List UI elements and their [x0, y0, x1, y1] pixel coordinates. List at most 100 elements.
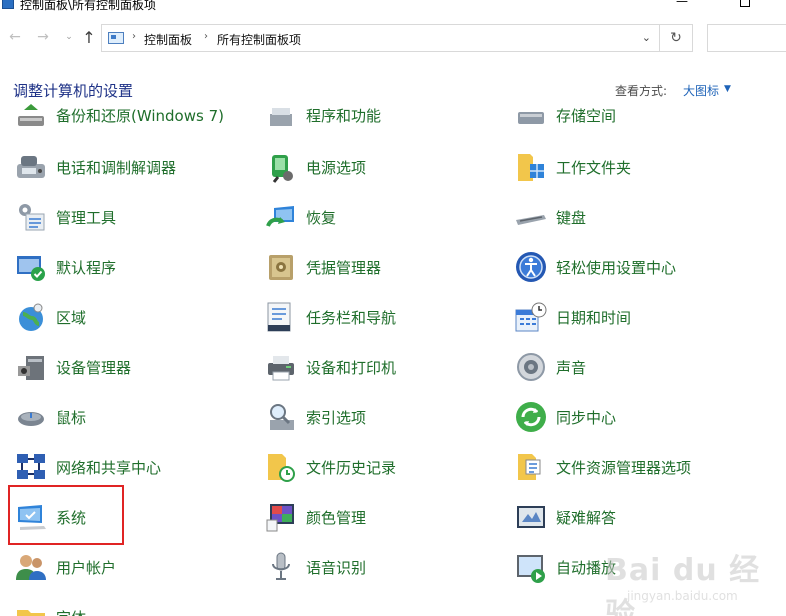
- breadcrumb-all-items[interactable]: 所有控制面板项: [217, 31, 301, 48]
- forward-arrow-icon[interactable]: →: [34, 28, 52, 46]
- item-label: 键盘: [556, 208, 587, 227]
- credential-vault-icon: [264, 250, 298, 284]
- item-label: 凭据管理器: [306, 258, 382, 277]
- recent-locations-icon[interactable]: ⌄: [60, 28, 78, 46]
- item-autoplay[interactable]: 自动播放: [514, 547, 616, 587]
- item-label: 语音识别: [306, 558, 367, 577]
- address-bar[interactable]: › 控制面板 › 所有控制面板项 ⌄: [101, 24, 660, 52]
- item-storage-spaces[interactable]: 存储空间: [514, 100, 616, 135]
- region-globe-icon: [14, 300, 48, 334]
- item-device-manager[interactable]: 设备管理器: [14, 347, 131, 387]
- storage-icon: [514, 100, 548, 132]
- troubleshoot-icon: [514, 500, 548, 534]
- item-credential-manager[interactable]: 凭据管理器: [264, 247, 381, 287]
- item-network-sharing[interactable]: 网络和共享中心: [14, 447, 161, 487]
- item-label: 恢复: [306, 208, 337, 227]
- item-label: 电话和调制解调器: [56, 158, 177, 177]
- item-backup-restore[interactable]: 备份和还原(Windows 7): [14, 100, 224, 135]
- page-title: 调整计算机的设置: [13, 82, 134, 100]
- item-file-history[interactable]: 文件历史记录: [264, 447, 396, 487]
- item-power-options[interactable]: 电源选项: [264, 147, 366, 187]
- item-folder-options[interactable]: 文件资源管理器选项: [514, 447, 691, 487]
- item-label: 存储空间: [556, 106, 617, 125]
- item-troubleshooting[interactable]: 疑难解答: [514, 497, 616, 537]
- chevron-down-icon[interactable]: ⌄: [642, 31, 651, 44]
- item-user-accounts[interactable]: 用户帐户: [14, 547, 116, 587]
- backup-icon: [14, 100, 48, 132]
- item-label: 网络和共享中心: [56, 458, 162, 477]
- item-keyboard[interactable]: 键盘: [514, 197, 586, 237]
- item-color-management[interactable]: 颜色管理: [264, 497, 366, 537]
- admin-tools-icon: [14, 200, 48, 234]
- item-label: 用户帐户: [56, 558, 117, 577]
- breadcrumb-separator-icon: ›: [132, 31, 136, 42]
- item-phone-modem[interactable]: 电话和调制解调器: [14, 147, 176, 187]
- item-label: 轻松使用设置中心: [556, 258, 677, 277]
- window-title: 控制面板\所有控制面板项: [20, 0, 157, 12]
- item-label: 区域: [56, 308, 87, 327]
- default-programs-icon: [14, 250, 48, 284]
- highlight-annotation-box: [8, 485, 124, 545]
- item-sound[interactable]: 声音: [514, 347, 586, 387]
- device-manager-icon: [14, 350, 48, 384]
- item-label: 备份和还原(Windows 7): [56, 106, 224, 125]
- item-speech-recognition[interactable]: 语音识别: [264, 547, 366, 587]
- search-input[interactable]: [707, 24, 786, 52]
- view-by-dropdown[interactable]: 大图标: [683, 82, 719, 99]
- item-date-time[interactable]: 日期和时间: [514, 297, 631, 337]
- watermark-text: Bai du 经验: [605, 553, 761, 616]
- item-label: 工作文件夹: [556, 158, 632, 177]
- back-arrow-icon[interactable]: ←: [6, 28, 24, 46]
- index-search-icon: [264, 400, 298, 434]
- caret-down-icon[interactable]: ▼: [724, 84, 731, 94]
- power-options-icon: [264, 150, 298, 184]
- fonts-folder-icon: [14, 600, 48, 616]
- item-mouse[interactable]: 鼠标: [14, 397, 86, 437]
- item-label: 声音: [556, 358, 587, 377]
- item-indexing-options[interactable]: 索引选项: [264, 397, 366, 437]
- item-admin-tools[interactable]: 管理工具: [14, 197, 116, 237]
- date-time-icon: [514, 300, 548, 334]
- breadcrumb-separator-icon: ›: [204, 31, 208, 42]
- mouse-icon: [14, 400, 48, 434]
- recovery-icon: [264, 200, 298, 234]
- item-region[interactable]: 区域: [14, 297, 86, 337]
- item-label: 管理工具: [56, 208, 117, 227]
- item-fonts[interactable]: 字体: [14, 597, 86, 616]
- item-programs-features[interactable]: 程序和功能: [264, 100, 381, 135]
- item-default-programs[interactable]: 默认程序: [14, 247, 116, 287]
- sync-center-icon: [514, 400, 548, 434]
- control-panel-icon: [108, 32, 124, 44]
- item-label: 程序和功能: [306, 106, 382, 125]
- network-icon: [14, 450, 48, 484]
- breadcrumb-control-panel[interactable]: 控制面板: [144, 31, 192, 48]
- color-management-icon: [264, 500, 298, 534]
- item-label: 索引选项: [306, 408, 367, 427]
- item-ease-of-access[interactable]: 轻松使用设置中心: [514, 247, 676, 287]
- taskbar-icon: [264, 300, 298, 334]
- up-arrow-icon[interactable]: ↑: [80, 28, 98, 47]
- item-label: 字体: [56, 607, 86, 616]
- user-accounts-icon: [14, 550, 48, 584]
- refresh-icon[interactable]: ↻: [660, 24, 693, 52]
- maximize-button[interactable]: [740, 0, 750, 7]
- item-label: 鼠标: [56, 408, 87, 427]
- item-recovery[interactable]: 恢复: [264, 197, 336, 237]
- item-sync-center[interactable]: 同步中心: [514, 397, 616, 437]
- item-work-folders[interactable]: 工作文件夹: [514, 147, 631, 187]
- item-devices-printers[interactable]: 设备和打印机: [264, 347, 396, 387]
- item-label: 设备和打印机: [306, 358, 397, 377]
- view-by-label: 查看方式:: [615, 84, 668, 98]
- item-taskbar-navigation[interactable]: 任务栏和导航: [264, 297, 396, 337]
- programs-icon: [264, 100, 298, 132]
- item-label: 同步中心: [556, 408, 617, 427]
- item-label: 电源选项: [306, 158, 367, 177]
- navigation-bar: ← → ⌄ ↑ › 控制面板 › 所有控制面板项 ⌄ ↻: [0, 22, 786, 54]
- watermark-url: jingyan.baidu.com: [627, 589, 738, 603]
- ease-of-access-icon: [514, 250, 548, 284]
- phone-modem-icon: [14, 150, 48, 184]
- minimize-button[interactable]: —: [676, 0, 688, 8]
- item-label: 设备管理器: [56, 358, 132, 377]
- item-label: 日期和时间: [556, 308, 632, 327]
- item-label: 文件资源管理器选项: [556, 458, 692, 477]
